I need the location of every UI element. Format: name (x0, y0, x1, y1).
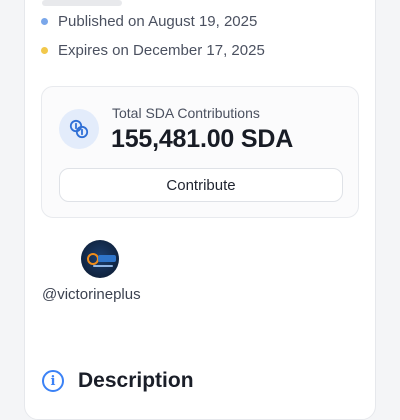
contributions-label: Total SDA Contributions (112, 105, 260, 121)
contributions-amount: 155,481.00 SDA (111, 125, 294, 153)
contributions-panel: Total SDA Contributions 155,481.00 SDA C… (41, 86, 359, 218)
creator-avatar[interactable] (81, 240, 119, 278)
contribute-button[interactable]: Contribute (59, 168, 343, 202)
description-title: Description (78, 369, 194, 392)
published-date-row: Published on August 19, 2025 (41, 13, 257, 30)
expires-dot-icon (41, 47, 48, 54)
coins-icon (59, 109, 99, 149)
clipped-heading-fragment (42, 0, 122, 6)
avatar-logo-line (93, 265, 113, 267)
description-header: i Description (42, 369, 194, 393)
creator-username[interactable]: @victorineplus (42, 286, 141, 303)
expires-date-text: Expires on December 17, 2025 (58, 42, 265, 59)
published-date-text: Published on August 19, 2025 (58, 13, 258, 30)
expires-date-row: Expires on December 17, 2025 (41, 42, 265, 59)
published-dot-icon (41, 18, 48, 25)
avatar-logo-bar (98, 255, 116, 262)
info-icon: i (42, 370, 64, 392)
